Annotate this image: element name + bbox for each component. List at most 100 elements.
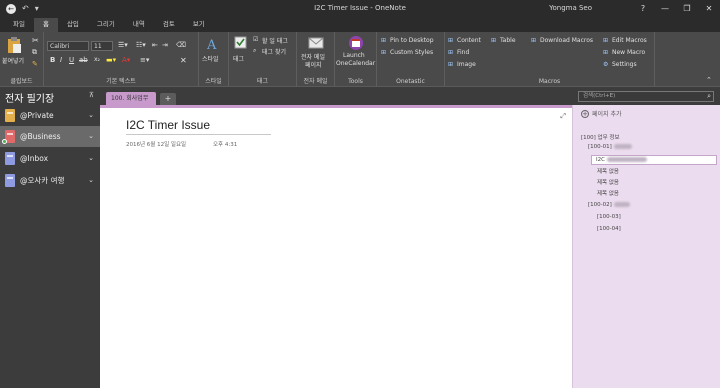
settings-icon[interactable]: ⚙ (603, 61, 608, 68)
onecalendar-icon[interactable] (347, 35, 365, 51)
restore-button[interactable]: ❐ (676, 0, 698, 17)
edit-macros-icon[interactable]: ⊞ (603, 37, 608, 44)
paste-button[interactable]: 붙여넣기 (2, 56, 24, 65)
content-button[interactable]: Content (457, 37, 481, 44)
todo-tag-icon[interactable]: ☑ (253, 36, 258, 43)
increase-indent-icon[interactable]: ⇥ (162, 41, 168, 49)
table-button[interactable]: Table (500, 37, 516, 44)
collapse-ribbon-icon[interactable]: ⌃ (706, 76, 712, 84)
user-name[interactable]: Yongma Seo (549, 4, 592, 12)
notebook-item-osaka-trip[interactable]: @오사카 여행 ⌄ (0, 170, 100, 191)
image-icon[interactable]: ⊞ (448, 61, 453, 68)
pin-to-desktop-button[interactable]: Pin to Desktop (390, 37, 434, 44)
page-canvas[interactable]: I2C Timer Issue 2016년 6월 12일 일요일 오후 4:31… (100, 108, 572, 388)
page-list-item[interactable]: [100-02] (588, 202, 630, 208)
tab-draw[interactable]: 그리기 (88, 18, 124, 32)
image-button[interactable]: Image (457, 61, 476, 68)
page-date: 2016년 6월 12일 일요일 (126, 142, 187, 148)
tag-button[interactable]: 태그 (233, 54, 244, 63)
font-family-select[interactable]: Calibri (47, 41, 89, 51)
search-input[interactable]: 검색(Ctrl+E) ⌕ (578, 91, 714, 102)
page-list-item[interactable]: [100-01] (588, 144, 632, 150)
notebook-item-business[interactable]: @Business ⌄ (0, 126, 100, 147)
download-macros-button[interactable]: Download Macros (540, 37, 593, 44)
launch-onecalendar-line1[interactable]: Launch (343, 52, 365, 59)
delete-icon[interactable]: ✕ (180, 56, 187, 65)
help-icon[interactable]: ? (632, 0, 654, 17)
copy-icon[interactable]: ⧉ (32, 48, 37, 57)
launch-onecalendar-line2[interactable]: OneCalendar (336, 60, 375, 67)
search-icon[interactable]: ⌕ (707, 92, 711, 101)
download-macros-icon[interactable]: ⊞ (531, 37, 536, 44)
email-icon[interactable] (308, 36, 324, 50)
custom-styles-icon[interactable]: ⊞ (381, 49, 386, 56)
subscript-icon[interactable]: x₂ (94, 56, 100, 63)
page-list-item[interactable]: [100-04] (597, 226, 621, 232)
settings-button[interactable]: Settings (612, 61, 637, 68)
paste-icon[interactable] (6, 36, 22, 54)
find-button[interactable]: Find (457, 49, 469, 56)
italic-icon[interactable]: I (60, 56, 62, 64)
redacted-text (613, 144, 632, 149)
page-list-item-selected[interactable]: I2C (591, 155, 717, 165)
page-list-item[interactable]: 제목 없음 (597, 189, 619, 197)
tab-review[interactable]: 검토 (154, 18, 184, 32)
add-page-button[interactable]: + 페이지 추가 (581, 109, 622, 118)
align-icon[interactable]: ≡▾ (140, 56, 149, 64)
customize-quick-access-icon[interactable]: ▾ (35, 4, 39, 13)
edit-macros-button[interactable]: Edit Macros (612, 37, 647, 44)
notebook-item-inbox[interactable]: @Inbox ⌄ (0, 148, 100, 169)
strikethrough-icon[interactable]: ab (79, 56, 88, 64)
chevron-down-icon[interactable]: ⌄ (88, 105, 94, 126)
highlight-icon[interactable]: ▬▾ (106, 56, 116, 64)
pin-icon[interactable]: ⊞ (381, 37, 386, 44)
find-icon[interactable]: ⊞ (448, 49, 453, 56)
add-section-button[interactable]: + (160, 93, 176, 105)
font-color-icon[interactable]: A▾ (122, 56, 130, 64)
new-macro-button[interactable]: New Macro (612, 49, 645, 56)
chevron-down-icon[interactable]: ⌄ (88, 148, 94, 169)
tab-view[interactable]: 보기 (184, 18, 214, 32)
decrease-indent-icon[interactable]: ⇤ (152, 41, 158, 49)
chevron-down-icon[interactable]: ⌄ (88, 126, 94, 147)
basic-text-group: Calibri 11 ☰▾ ☷▾ ⇤ ⇥ ⌫ B I U ab x₂ ▬▾ A▾… (44, 32, 199, 87)
page-list-item[interactable]: 제목 없음 (597, 167, 619, 175)
tab-home[interactable]: 홈 (33, 18, 58, 32)
bold-icon[interactable]: B (50, 56, 55, 64)
tab-insert[interactable]: 삽입 (58, 18, 88, 32)
new-macro-icon[interactable]: ⊞ (603, 49, 608, 56)
pin-pane-icon[interactable]: ⊼ (89, 91, 94, 99)
content-icon[interactable]: ⊞ (448, 37, 453, 44)
page-list-item[interactable]: [100] 업무 정보 (581, 133, 620, 141)
styles-button[interactable]: 스타일 (202, 54, 219, 63)
page-title[interactable]: I2C Timer Issue (126, 118, 210, 132)
clear-formatting-icon[interactable]: ⌫ (176, 41, 186, 49)
macros-group-label: Macros (538, 78, 561, 85)
underline-icon[interactable]: U (69, 56, 74, 64)
tab-file[interactable]: 파일 (4, 18, 34, 32)
font-size-select[interactable]: 11 (91, 41, 113, 51)
custom-styles-button[interactable]: Custom Styles (390, 49, 433, 56)
back-icon[interactable]: ← (6, 3, 16, 14)
section-tab-active[interactable]: 100. 회사업무 (106, 92, 156, 105)
todo-tag-button[interactable]: 할 일 태그 (262, 36, 288, 45)
table-icon[interactable]: ⊞ (491, 37, 496, 44)
expand-icon[interactable]: ⤢ (560, 112, 566, 121)
tag-checkbox-icon[interactable] (234, 36, 248, 50)
close-button[interactable]: ✕ (698, 0, 720, 17)
find-tags-button[interactable]: 태그 찾기 (262, 47, 286, 56)
notebook-item-private[interactable]: @Private ⌄ (0, 105, 100, 126)
undo-icon[interactable]: ↶ (22, 4, 29, 13)
numbering-icon[interactable]: ☷▾ (136, 41, 146, 49)
cut-icon[interactable]: ✂ (32, 36, 39, 45)
page-list-item[interactable]: 제목 없음 (597, 178, 619, 186)
page-list-item[interactable]: [100-03] (597, 214, 621, 220)
styles-icon[interactable]: A (206, 36, 222, 52)
find-tags-icon[interactable]: ⌕ (253, 47, 256, 55)
format-painter-icon[interactable]: ✎ (32, 60, 38, 68)
tab-history[interactable]: 내역 (124, 18, 154, 32)
bullets-icon[interactable]: ☰▾ (118, 41, 128, 49)
minimize-button[interactable]: — (654, 0, 676, 17)
chevron-down-icon[interactable]: ⌄ (88, 170, 94, 191)
email-page-button-line2[interactable]: 페이지 (305, 60, 322, 69)
